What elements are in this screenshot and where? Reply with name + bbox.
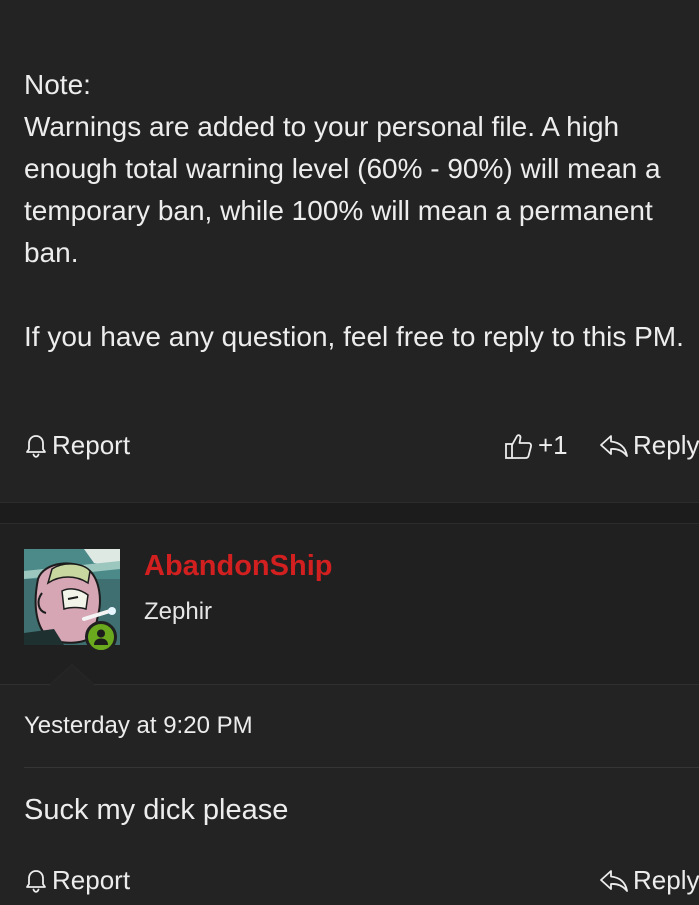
bell-icon [26,869,46,893]
message-pointer-fill [49,665,95,686]
message-timestamp[interactable]: Yesterday at 9:20 PM [24,712,253,740]
message-paragraph: Warnings are added to your personal file… [24,111,661,268]
report-button[interactable]: Report [24,865,130,896]
username-link[interactable]: AbandonShip [144,550,332,583]
message-text: Suck my dick please [24,794,289,826]
report-label: Report [52,865,131,895]
message-actions: Report +1 Reply [0,430,699,470]
conversation-message: AbandonShip Zephir Yesterday at 9:20 PM … [0,524,699,902]
user-icon [94,629,108,645]
reply-label: Reply [633,865,699,895]
message-body: Note: Warnings are added to your persona… [24,64,684,358]
previous-message: Note: Warnings are added to your persona… [0,0,699,502]
reply-arrow-icon [600,434,628,457]
bell-icon [26,434,46,458]
message-actions: Report Reply [0,865,699,905]
divider [24,767,699,768]
like-button[interactable]: +1 [504,430,568,461]
message-separator [0,502,699,524]
reply-button[interactable]: Reply [599,865,699,896]
reply-label: Reply [633,430,699,460]
online-status-badge [85,621,117,653]
report-button[interactable]: Report [24,430,130,461]
report-label: Report [52,430,131,460]
message-paragraph: If you have any question, feel free to r… [24,321,684,352]
thumbs-up-icon [505,433,533,459]
message-paragraph: Note: [24,69,91,100]
reply-button[interactable]: Reply [599,430,699,461]
message-user-header: AbandonShip Zephir [0,524,699,686]
like-count: +1 [538,430,568,460]
reply-arrow-icon [600,869,628,892]
user-title: Zephir [144,598,213,625]
